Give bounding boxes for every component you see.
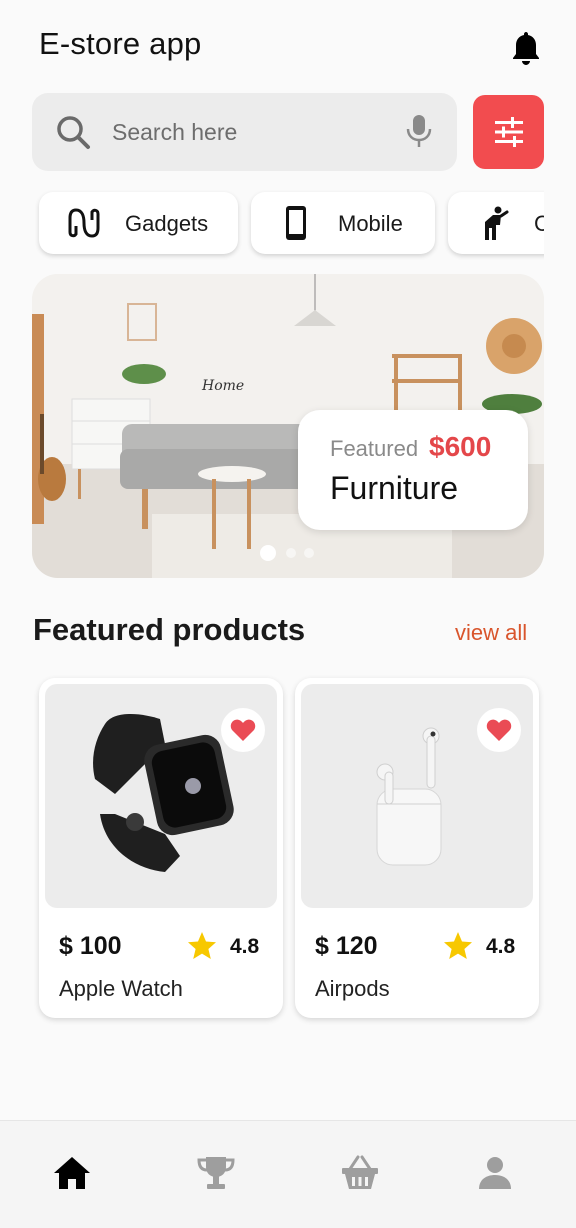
app-title: E-store app: [39, 26, 202, 61]
filter-button[interactable]: [473, 95, 544, 169]
basket-icon[interactable]: [340, 1153, 380, 1193]
star-icon: [444, 932, 472, 959]
carousel-dot[interactable]: [286, 548, 296, 558]
bottom-navigation: [0, 1120, 576, 1228]
product-name: Apple Watch: [59, 976, 183, 1001]
view-all-link[interactable]: view all: [455, 620, 527, 646]
carousel-dot-active[interactable]: [260, 545, 276, 561]
favorite-button[interactable]: [221, 708, 265, 752]
search-input[interactable]: [112, 111, 382, 153]
heart-icon: [486, 719, 512, 741]
carousel-indicator: [258, 545, 318, 562]
trophy-icon[interactable]: [196, 1153, 236, 1193]
banner-tag: Featured: [330, 436, 419, 461]
product-card-airpods[interactable]: $ 120 4.8 Airpods: [295, 678, 539, 1018]
product-rating: 4.8: [230, 935, 260, 958]
app-header: E-store app: [0, 0, 576, 92]
person-icon: [485, 206, 509, 240]
category-mobile[interactable]: Mobile: [251, 192, 435, 254]
sliders-icon: [495, 117, 523, 147]
category-list: Gadgets Mobile C: [32, 187, 544, 261]
category-gadgets[interactable]: Gadgets: [39, 192, 238, 254]
home-icon[interactable]: [52, 1153, 92, 1193]
banner-info-card[interactable]: Featured $600 Furniture: [298, 410, 528, 530]
microphone-icon[interactable]: [404, 113, 434, 149]
product-price: $ 100: [59, 932, 122, 960]
section-title: Featured products: [33, 612, 306, 647]
product-image: [301, 684, 533, 908]
search-icon: [57, 116, 90, 149]
user-icon[interactable]: [475, 1153, 515, 1193]
product-name: Airpods: [315, 976, 390, 1001]
earphones-icon: [68, 208, 100, 238]
svg-text:Home: Home: [201, 378, 244, 394]
favorite-button[interactable]: [477, 708, 521, 752]
smartphone-icon: [286, 206, 306, 240]
product-image: [45, 684, 277, 908]
search-bar[interactable]: [32, 93, 457, 171]
banner-title: Furniture: [330, 470, 459, 506]
category-label: C: [534, 211, 544, 236]
product-card-apple-watch[interactable]: $ 100 4.8 Apple Watch: [39, 678, 283, 1018]
category-label: Gadgets: [125, 211, 209, 236]
star-icon: [188, 932, 216, 959]
banner-price: $600: [429, 431, 492, 462]
heart-icon: [230, 719, 256, 741]
product-rating: 4.8: [486, 935, 516, 958]
category-label: Mobile: [338, 211, 403, 236]
bell-icon[interactable]: [510, 30, 542, 66]
carousel-dot[interactable]: [304, 548, 314, 558]
category-other[interactable]: C: [448, 192, 544, 254]
product-price: $ 120: [315, 932, 378, 960]
